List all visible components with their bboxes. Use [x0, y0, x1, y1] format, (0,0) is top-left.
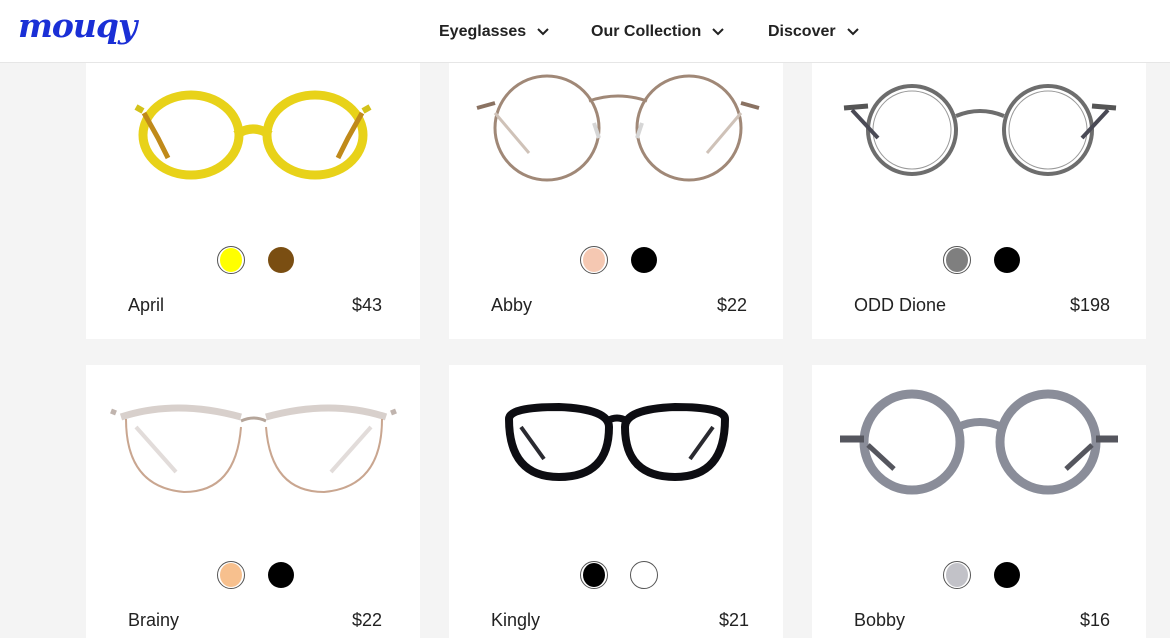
color-swatch-black[interactable]: [267, 561, 295, 589]
color-swatch-black[interactable]: [993, 561, 1021, 589]
chevron-down-icon: [846, 28, 859, 36]
chevron-down-icon: [537, 28, 549, 36]
brand-logo[interactable]: mouqy: [18, 6, 137, 45]
nav-discover-label: Discover: [768, 23, 836, 40]
site-header: mouqy Eyeglasses Our Collection Discover: [0, 0, 1170, 63]
product-image-black-round-frame[interactable]: [449, 387, 783, 507]
chevron-down-icon: [712, 28, 724, 36]
nav-discover[interactable]: Discover: [768, 20, 860, 44]
product-image-grey-translucent-round-frame[interactable]: [812, 387, 1146, 507]
color-swatch-brown[interactable]: [267, 246, 295, 274]
product-name[interactable]: ODD Dione: [854, 295, 946, 316]
product-image-gunmetal-round-wire-frame[interactable]: [812, 78, 1146, 208]
color-swatches: [943, 246, 1021, 274]
product-price: $16: [1080, 610, 1111, 630]
color-swatch-peach[interactable]: [217, 561, 245, 589]
product-price: $43: [352, 295, 383, 315]
color-swatches: [943, 561, 1021, 589]
nav-eyeglasses-label: Eyeglasses: [439, 23, 527, 40]
color-swatch-black[interactable]: [630, 246, 658, 274]
nav-our-collection[interactable]: Our Collection: [591, 20, 725, 44]
product-image-rose-gold-round-wire-frame[interactable]: [449, 73, 783, 203]
product-price: $21: [719, 610, 750, 630]
color-swatches: [580, 246, 658, 274]
product-name[interactable]: April: [128, 295, 164, 316]
product-price: $22: [352, 610, 383, 630]
product-card-bobby[interactable]: Bobby $16: [812, 365, 1146, 638]
product-card-april[interactable]: April $43: [86, 63, 420, 339]
product-card-brainy[interactable]: Brainy $22: [86, 365, 420, 638]
product-name[interactable]: Kingly: [491, 610, 540, 631]
product-price: $198: [1070, 295, 1111, 315]
nav-our-collection-label: Our Collection: [591, 23, 702, 40]
color-swatches: [580, 561, 658, 589]
product-image-yellow-round-frame[interactable]: [86, 83, 420, 213]
color-swatches: [217, 561, 295, 589]
color-swatch-light-grey[interactable]: [943, 561, 971, 589]
product-image-clear-browline-frame[interactable]: [86, 387, 420, 507]
color-swatch-grey[interactable]: [943, 246, 971, 274]
color-swatch-black[interactable]: [580, 561, 608, 589]
color-swatches: [217, 246, 295, 274]
nav-eyeglasses[interactable]: Eyeglasses: [439, 20, 550, 44]
product-name[interactable]: Abby: [491, 295, 532, 316]
product-name[interactable]: Brainy: [128, 610, 179, 631]
color-swatch-white[interactable]: [630, 561, 658, 589]
color-swatch-black[interactable]: [993, 246, 1021, 274]
product-card-abby[interactable]: Abby $22: [449, 63, 783, 339]
color-swatch-peach[interactable]: [580, 246, 608, 274]
product-name[interactable]: Bobby: [854, 610, 905, 631]
product-price: $22: [717, 295, 748, 315]
color-swatch-yellow[interactable]: [217, 246, 245, 274]
product-card-kingly[interactable]: Kingly $21: [449, 365, 783, 638]
product-card-odd-dione[interactable]: ODD Dione $198: [812, 63, 1146, 339]
